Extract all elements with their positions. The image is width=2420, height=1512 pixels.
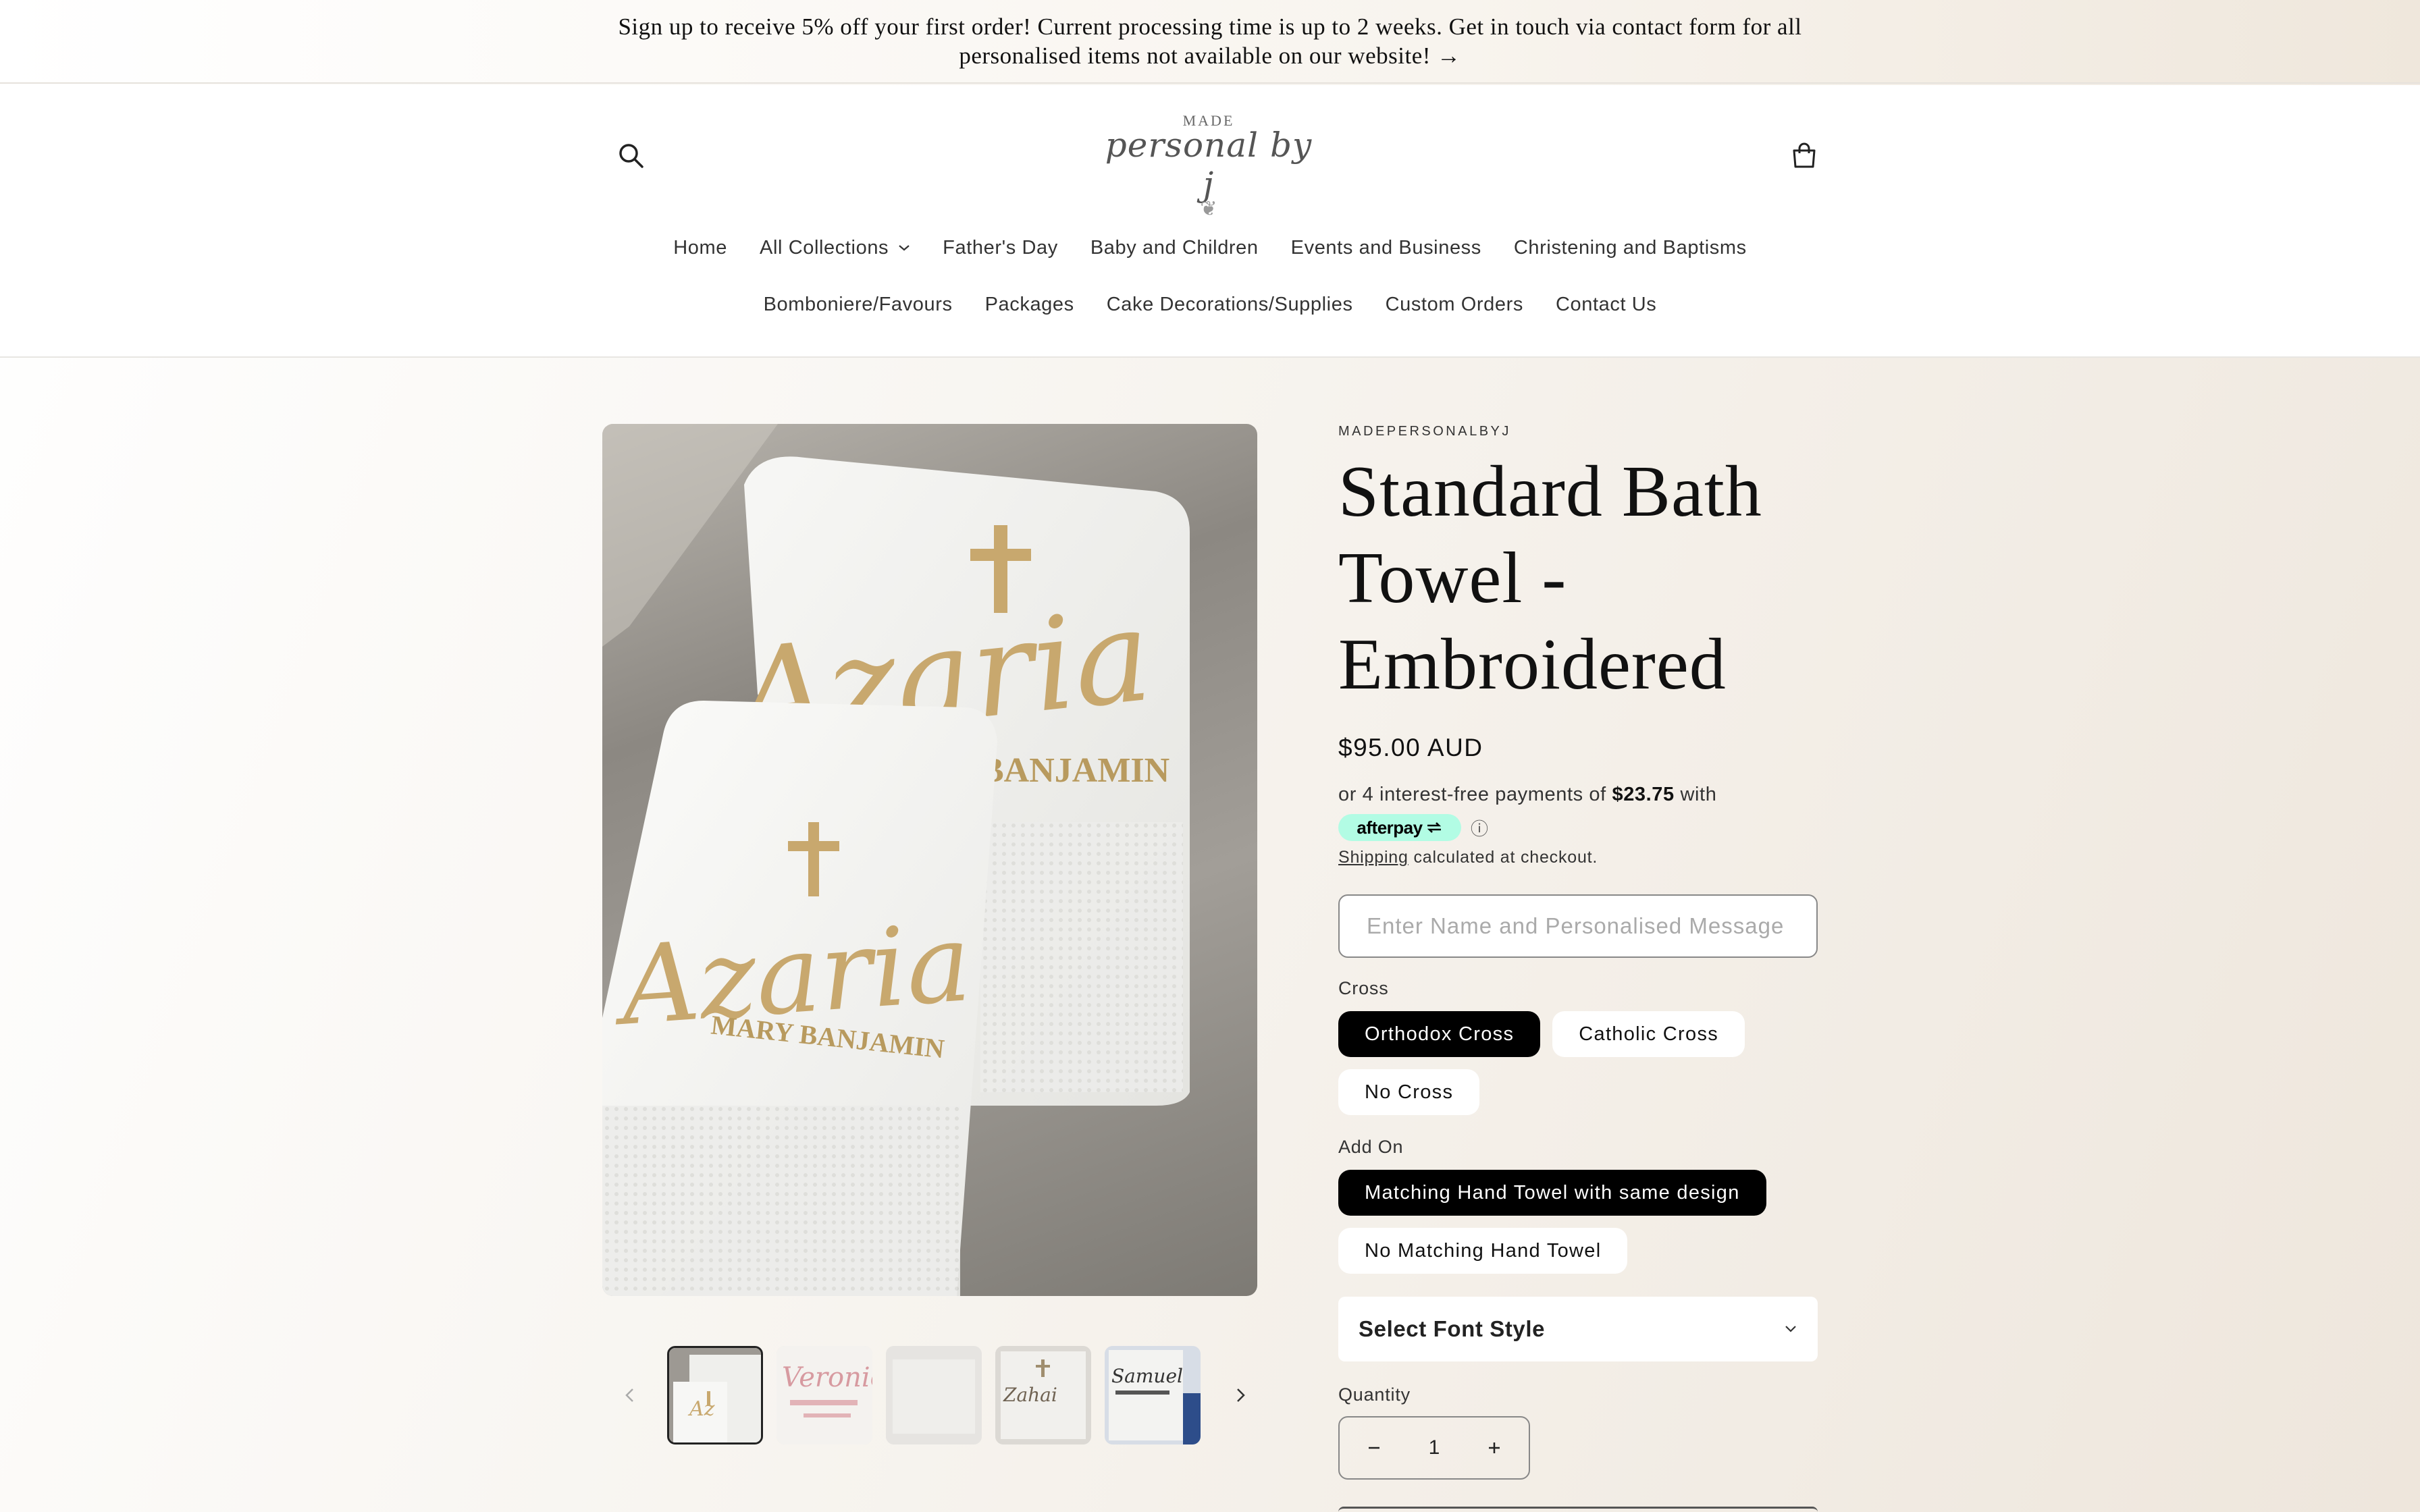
site-header: MADE personal by j ❦ Home All Collection… — [0, 85, 2420, 358]
afterpay-amount: $23.75 — [1612, 784, 1675, 805]
option-no-cross[interactable]: No Cross — [1338, 1069, 1480, 1115]
cart-icon[interactable] — [1784, 136, 1824, 176]
thumbnail-slider: Az Veronica Zahai Samuel — [602, 1346, 1257, 1444]
announcement-text[interactable]: Sign up to receive 5% off your first ord… — [602, 12, 1818, 70]
option-catholic-cross[interactable]: Catholic Cross — [1552, 1011, 1745, 1057]
nav-packages[interactable]: Packages — [969, 288, 1090, 321]
cross-options: Orthodox Cross Catholic Cross No Cross — [1338, 1011, 1824, 1115]
main-nav-row-1: Home All Collections Father's Day Baby a… — [0, 231, 2420, 265]
nav-contact-us[interactable]: Contact Us — [1540, 288, 1673, 321]
sprig-icon: ❦ — [1200, 198, 1217, 220]
option-label-cross: Cross — [1338, 978, 1389, 998]
nav-cake-decorations[interactable]: Cake Decorations/Supplies — [1090, 288, 1369, 321]
afterpay-message: or 4 interest-free payments of $23.75 wi… — [1338, 784, 1717, 805]
quantity-decrease-minus-icon[interactable] — [1357, 1431, 1391, 1465]
quantity-label: Quantity — [1338, 1384, 1411, 1405]
afterpay-arrows-icon — [1427, 822, 1441, 833]
announcement-bar[interactable]: Sign up to receive 5% off your first ord… — [0, 0, 2420, 84]
nav-christening-and-baptisms[interactable]: Christening and Baptisms — [1498, 231, 1763, 265]
thumbnail-2[interactable]: Veronica — [777, 1346, 872, 1444]
font-style-select-label: Select Font Style — [1359, 1316, 1546, 1341]
nav-all-collections[interactable]: All Collections — [743, 231, 926, 265]
thumbnail-1[interactable]: Az — [667, 1346, 763, 1444]
thumbnail-4-name: Zahai — [1003, 1384, 1057, 1406]
logo-script-text: personal by j — [1105, 126, 1313, 204]
afterpay-badge[interactable]: afterpay — [1338, 814, 1461, 841]
towel-photo: Azaria BANJAMIN Azaria MARY BANJAMIN — [602, 424, 1190, 1296]
quantity-stepper: 1 — [1338, 1416, 1530, 1480]
nav-custom-orders[interactable]: Custom Orders — [1369, 288, 1540, 321]
info-icon[interactable]: ⓘ — [1471, 815, 1488, 840]
shipping-note: Shipping calculated at checkout. — [1338, 848, 1598, 867]
search-icon[interactable] — [611, 136, 652, 176]
afterpay-row: afterpay ⓘ — [1338, 814, 1824, 841]
quantity-increase-plus-icon[interactable] — [1477, 1431, 1511, 1465]
thumb-next-chevron-right-icon[interactable] — [1224, 1378, 1257, 1412]
add-on-options: Matching Hand Towel with same design No … — [1338, 1170, 1824, 1274]
nav-events-and-business[interactable]: Events and Business — [1275, 231, 1498, 265]
shipping-link[interactable]: Shipping — [1338, 848, 1409, 867]
thumbnail-3[interactable] — [886, 1346, 982, 1444]
product-info: MADEPERSONALBYJ Standard Bath Towel - Em… — [1338, 424, 1824, 1480]
font-style-select[interactable]: Select Font Style — [1338, 1297, 1818, 1361]
product-price: $95.00 AUD — [1338, 734, 1483, 761]
thumbnail-2-name: Veronica — [782, 1362, 872, 1393]
chevron-down-icon — [1785, 1326, 1796, 1332]
product-main-image[interactable]: Azaria BANJAMIN Azaria MARY BANJAMIN — [602, 424, 1257, 1296]
quantity-value[interactable]: 1 — [1429, 1436, 1440, 1459]
option-orthodox-cross[interactable]: Orthodox Cross — [1338, 1011, 1541, 1057]
svg-text:Az: Az — [687, 1397, 715, 1421]
thumbnail-4[interactable]: Zahai — [995, 1346, 1091, 1444]
chevron-down-icon — [898, 244, 910, 252]
thumbnail-5[interactable]: Samuel — [1105, 1346, 1201, 1444]
nav-bomboniere-favours[interactable]: Bomboniere/Favours — [747, 288, 969, 321]
add-to-cart-button[interactable] — [1338, 1507, 1818, 1512]
product-title: Standard Bath Towel - Embroidered — [1338, 452, 1762, 705]
product-vendor: MADEPERSONALBYJ — [1338, 424, 1511, 439]
main-nav-row-2: Bomboniere/Favours Packages Cake Decorat… — [0, 288, 2420, 321]
nav-home[interactable]: Home — [657, 231, 743, 265]
thumb-prev-chevron-left-icon[interactable] — [613, 1378, 647, 1412]
thumbnail-5-name: Samuel — [1111, 1365, 1183, 1387]
option-matching-hand-towel[interactable]: Matching Hand Towel with same design — [1338, 1170, 1766, 1216]
nav-baby-and-children[interactable]: Baby and Children — [1074, 231, 1275, 265]
option-label-add-on: Add On — [1338, 1137, 1404, 1157]
large-towel-subname: BANJAMIN — [980, 751, 1169, 790]
site-logo[interactable]: MADE personal by j ❦ — [1101, 112, 1317, 220]
personalised-message-input[interactable] — [1338, 894, 1818, 958]
option-no-matching-hand-towel[interactable]: No Matching Hand Towel — [1338, 1228, 1628, 1274]
nav-fathers-day[interactable]: Father's Day — [926, 231, 1074, 265]
